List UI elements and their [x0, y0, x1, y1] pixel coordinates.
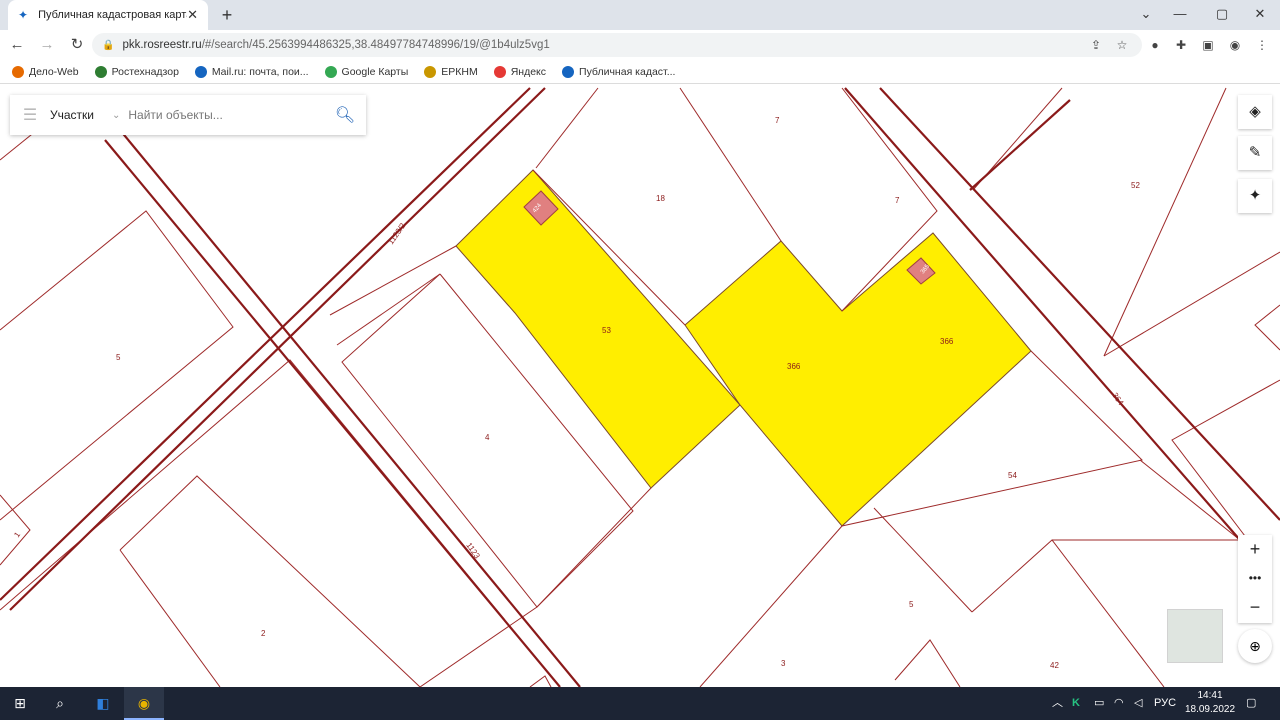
bookmark-item[interactable]: ЕРКНМ — [424, 65, 478, 78]
parcel-label: 3 — [781, 659, 786, 668]
map-search-panel: ☰ Участки ⌄ 🔍︎ — [10, 95, 366, 135]
url-host: pkk.rosreestr.ru — [122, 39, 202, 51]
bookmark-label: ЕРКНМ — [441, 65, 478, 78]
back-button[interactable]: ← — [4, 32, 30, 58]
bookmark-star-icon[interactable]: ☆ — [1113, 36, 1131, 54]
bookmark-favicon-icon — [562, 65, 575, 78]
reload-button[interactable]: ↻ — [64, 32, 90, 58]
browser-tab[interactable]: ✦ Публичная кадастровая карта ✕ — [8, 0, 208, 30]
bookmark-favicon-icon — [194, 65, 207, 78]
parcel-label: 18 — [656, 194, 665, 203]
parcel-label: 52 — [1131, 181, 1140, 190]
cadastral-map[interactable]: 7 18 7 52 1123/2 5 53 366 366 4 364 54 2 5 3 42 1 1123 424… — [0, 85, 1280, 687]
chrome-icon[interactable]: ◉ — [124, 687, 164, 720]
clock[interactable]: 14:41 18.09.2022 — [1182, 689, 1238, 717]
bookmark-label: Ростехнадзор — [111, 65, 179, 78]
ruler-button[interactable]: ✎ — [1238, 136, 1272, 170]
bookmark-label: Google Карты — [341, 65, 409, 78]
compass-icon[interactable]: ⊕ — [1238, 629, 1272, 663]
hamburger-menu-icon[interactable]: ☰ — [10, 105, 50, 125]
parcel-label: 4 — [485, 433, 490, 442]
parcel-label: 42 — [1050, 661, 1059, 670]
parcel-label: 7 — [895, 196, 900, 205]
bookmark-favicon-icon — [94, 65, 107, 78]
windows-taskbar: ⊞ ⌕ ◧ ◉ ︿ K ▭ ◠ ◁ РУС 14:41 18.09.2022 ▢ — [0, 687, 1280, 720]
language-indicator[interactable]: РУС — [1154, 687, 1176, 720]
bookmark-item[interactable]: Яндекс — [493, 65, 547, 78]
bookmark-favicon-icon — [493, 65, 506, 78]
close-tab-icon[interactable]: ✕ — [187, 7, 198, 23]
search-category-select[interactable]: Участки — [50, 108, 94, 122]
close-window-button[interactable]: ✕ — [1240, 0, 1280, 30]
bookmark-favicon-icon — [324, 65, 337, 78]
profile-avatar-icon[interactable]: ◉ — [1226, 36, 1244, 54]
bookmark-label: Яндекс — [510, 65, 547, 78]
parcel-label: 2 — [261, 629, 266, 638]
kaspersky-icon[interactable]: K — [1072, 687, 1080, 720]
zoom-more-button[interactable]: ••• — [1238, 564, 1272, 593]
lock-icon: 🔒 — [102, 39, 115, 51]
parcel-label: 5 — [116, 353, 121, 362]
zoom-out-button[interactable]: − — [1238, 593, 1272, 622]
wifi-icon[interactable]: ◠ — [1114, 687, 1124, 720]
bookmarks-bar: Дело-Web Ростехнадзор Mail.ru: почта, пои.… — [0, 60, 1280, 84]
clock-time: 14:41 — [1197, 690, 1223, 701]
extension-icon[interactable]: ● — [1146, 36, 1164, 54]
bookmark-item[interactable]: Дело-Web — [12, 65, 79, 78]
windows-start-icon[interactable]: ⊞ — [0, 687, 40, 720]
parcel-label: 1 — [12, 530, 22, 539]
rosreestr-favicon-icon: ✦ — [18, 8, 29, 22]
bookmark-favicon-icon — [12, 65, 24, 78]
bookmark-label: Публичная кадаст... — [579, 65, 676, 78]
bookmark-item[interactable]: Google Карты — [324, 65, 409, 78]
locate-button[interactable]: ✦ — [1238, 179, 1272, 213]
tab-title: Публичная кадастровая карта — [38, 9, 188, 21]
address-bar[interactable]: 🔒 pkk.rosreestr.ru/#/search/45.256399448… — [92, 33, 1142, 57]
minimize-button[interactable]: — — [1160, 0, 1200, 30]
layers-button[interactable]: ◈ — [1238, 95, 1272, 129]
map-canvas[interactable]: 718 7521123/2553366366436454253 4211123424… — [0, 85, 1280, 687]
minimap-thumbnail[interactable] — [1167, 609, 1223, 663]
parcel-label: 7 — [775, 116, 780, 125]
parcel-366-selected[interactable] — [684, 232, 1032, 527]
chevron-down-icon[interactable]: ⌄ — [112, 110, 120, 121]
url-path: /#/search/45.2563994486325,38.4849778474… — [201, 39, 550, 51]
new-tab-button[interactable]: + — [216, 4, 238, 26]
zoom-controls: + ••• − — [1238, 535, 1272, 623]
bookmark-label: Дело-Web — [29, 65, 79, 78]
forward-button[interactable]: → — [34, 32, 60, 58]
maximize-button[interactable]: ▢ — [1202, 0, 1242, 30]
outlook-icon[interactable]: ◧ — [83, 687, 123, 720]
battery-icon[interactable]: ▭ — [1094, 687, 1104, 720]
bookmark-item[interactable]: Mail.ru: почта, пои... — [194, 65, 309, 78]
tray-expand-icon[interactable]: ︿ — [1052, 687, 1063, 720]
volume-icon[interactable]: ◁ — [1134, 687, 1142, 720]
search-icon[interactable]: 🔍︎ — [324, 105, 366, 125]
parcel-label: 366 — [787, 362, 801, 371]
parcel-label: 54 — [1008, 471, 1017, 480]
bookmark-item[interactable]: Публичная кадаст... — [562, 65, 676, 78]
bookmark-favicon-icon — [424, 65, 437, 78]
tab-bar: ✦ Публичная кадастровая карта ✕ + ⌄ — ▢ … — [0, 0, 1280, 30]
search-input[interactable] — [128, 108, 324, 122]
search-taskbar-icon[interactable]: ⌕ — [40, 687, 80, 720]
zoom-in-button[interactable]: + — [1238, 535, 1272, 564]
clock-date: 18.09.2022 — [1184, 704, 1236, 715]
menu-dots-icon[interactable]: ⋮ — [1253, 36, 1271, 54]
notifications-icon[interactable]: ▢ — [1246, 687, 1256, 720]
parcel-label: 366 — [940, 337, 954, 346]
parcel-label: 53 — [602, 326, 611, 335]
bookmark-label: Mail.ru: почта, пои... — [211, 65, 309, 78]
puzzle-icon[interactable]: ✚ — [1172, 36, 1190, 54]
share-icon[interactable]: ⇪ — [1087, 36, 1105, 54]
bookmark-item[interactable]: Ростехнадзор — [94, 65, 179, 78]
parcel-label: 5 — [909, 600, 914, 609]
sidepanel-icon[interactable]: ▣ — [1199, 36, 1217, 54]
